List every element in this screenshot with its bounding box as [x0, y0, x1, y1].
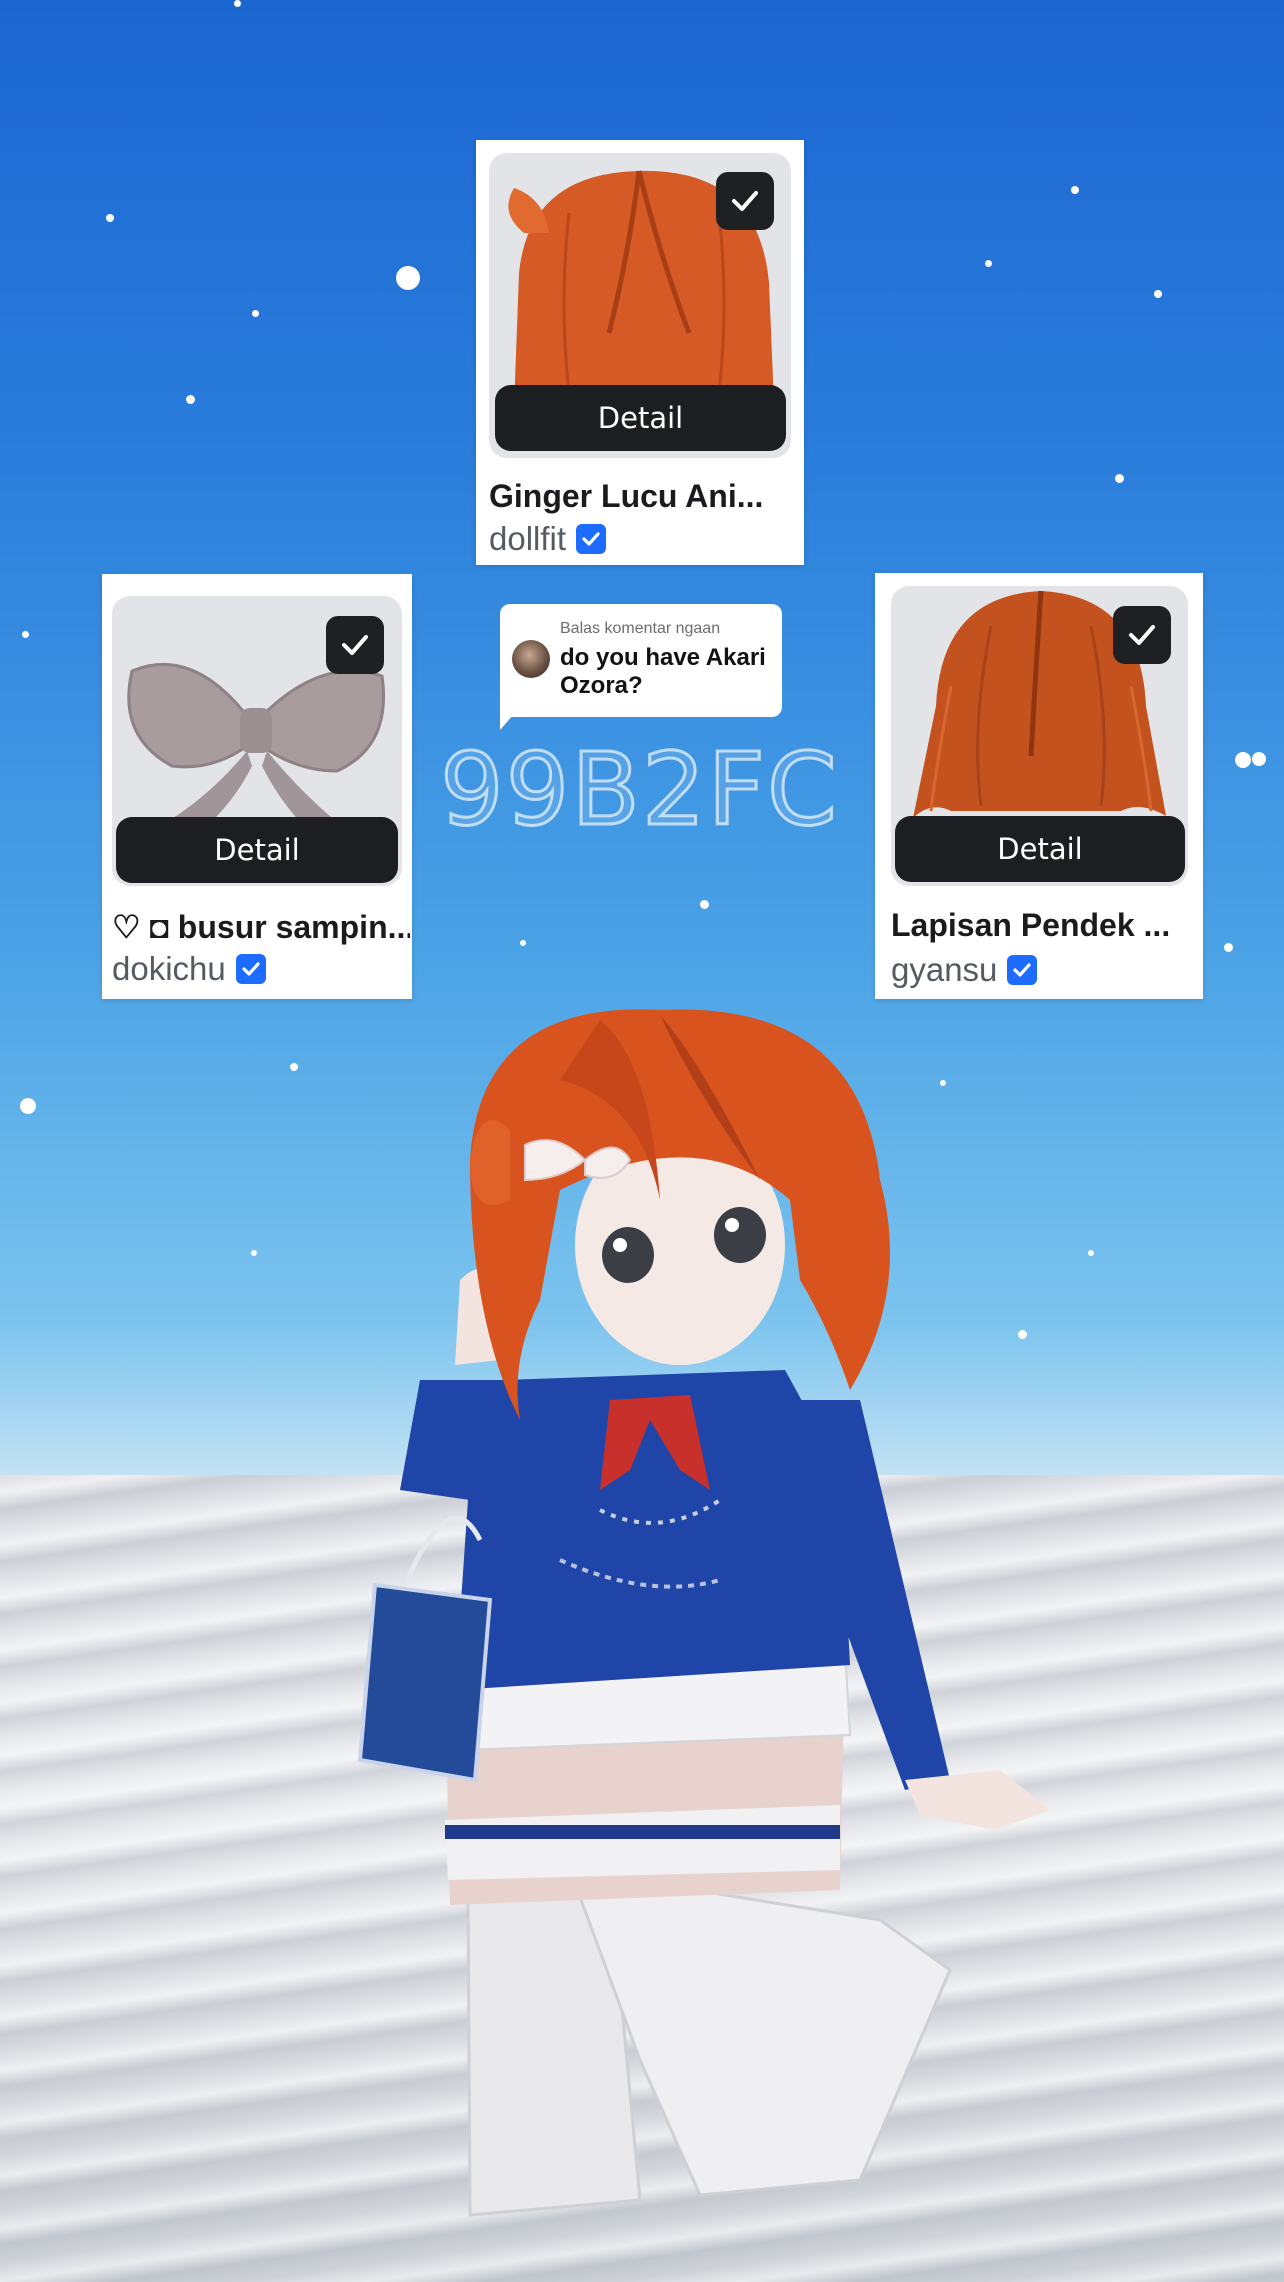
item-card-bow[interactable]: Detail ♡ ◘ busur sampin... dokichu: [102, 574, 412, 999]
scene-background: 99B2FC Detail Ginger Lucu Ani... dollfit: [0, 0, 1284, 2282]
verified-badge-icon: [235, 954, 266, 984]
watermark-code: 99B2FC: [439, 731, 839, 848]
item-card-layered-hair[interactable]: Detail Lapisan Pendek ... gyansu: [875, 573, 1203, 999]
avatar-bag: [357, 1582, 493, 1783]
detail-button[interactable]: Detail: [116, 817, 398, 883]
reply-comment-text: do you have Akari Ozora?: [560, 644, 766, 699]
item-creator[interactable]: gyansu: [891, 951, 1038, 989]
checked-icon[interactable]: [716, 172, 774, 230]
creator-name: gyansu: [891, 951, 998, 988]
checked-icon[interactable]: [1113, 606, 1171, 664]
commenter-avatar: [512, 640, 550, 678]
verified-badge-icon: [1007, 955, 1038, 985]
item-title: Ginger Lucu Ani...: [489, 478, 764, 514]
creator-name: dollfit: [489, 520, 567, 557]
item-card-ginger[interactable]: Detail Ginger Lucu Ani... dollfit: [476, 140, 804, 565]
checked-icon[interactable]: [326, 616, 384, 674]
detail-button[interactable]: Detail: [895, 816, 1185, 882]
detail-button[interactable]: Detail: [495, 385, 786, 451]
verified-badge-icon: [576, 524, 607, 554]
creator-name: dokichu: [112, 950, 226, 987]
reply-comment-bubble[interactable]: Balas komentar ngaan do you have Akari O…: [500, 604, 782, 717]
reply-label: Balas komentar ngaan: [560, 620, 721, 637]
item-title: Lapisan Pendek ...: [891, 907, 1171, 943]
item-title: ♡ ◘ busur sampin...: [112, 909, 410, 945]
item-creator[interactable]: dollfit: [489, 520, 607, 558]
item-creator[interactable]: dokichu: [112, 950, 266, 988]
